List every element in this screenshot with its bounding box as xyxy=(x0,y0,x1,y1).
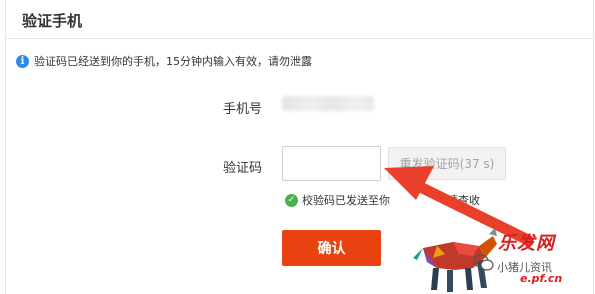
masked-phone-number xyxy=(282,96,374,111)
resend-code-button[interactable]: 重发验证码(37 s) xyxy=(388,147,506,180)
sent-status-tail: 请查收 xyxy=(447,194,480,207)
panel-header: 验证手机 xyxy=(6,0,593,39)
phone-label: 手机号 xyxy=(222,102,262,117)
watermark-brand: 乐发网 xyxy=(498,233,555,254)
page-title: 验证手机 xyxy=(22,12,83,30)
wechat-icon xyxy=(473,254,494,271)
sent-status: ✓ 校验码已发送至你 xyxy=(285,192,390,208)
notice-text: 验证码已经送到你的手机，15分钟内输入有效，请勿泄露 xyxy=(34,55,312,68)
code-label: 验证码 xyxy=(222,161,262,176)
confirm-button[interactable]: 确认 xyxy=(282,230,381,266)
verification-code-input[interactable] xyxy=(282,146,381,181)
check-circle-icon: ✓ xyxy=(285,193,298,207)
info-icon: i xyxy=(16,54,29,68)
watermark-url: e.pf.cn xyxy=(520,272,563,285)
sent-status-text: 校验码已发送至你 xyxy=(302,194,390,207)
notice-bar: i 验证码已经送到你的手机，15分钟内输入有效，请勿泄露 xyxy=(16,53,312,69)
